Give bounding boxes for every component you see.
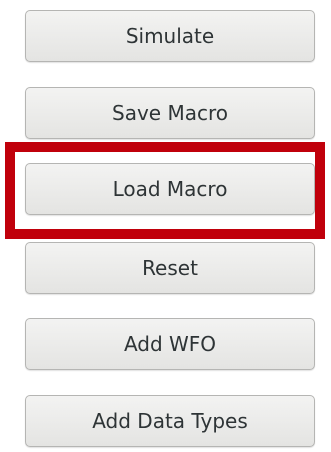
- reset-button[interactable]: Reset: [25, 242, 315, 294]
- save-macro-button[interactable]: Save Macro: [25, 87, 315, 139]
- load-macro-button[interactable]: Load Macro: [25, 163, 315, 215]
- add-data-types-button[interactable]: Add Data Types: [25, 395, 315, 447]
- simulate-button[interactable]: Simulate: [25, 10, 315, 62]
- add-wfo-button[interactable]: Add WFO: [25, 318, 315, 370]
